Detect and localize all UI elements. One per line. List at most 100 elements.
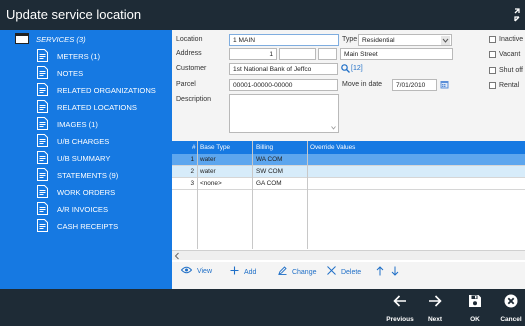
eye-icon [180,266,193,274]
ok-button[interactable]: OK [460,289,490,326]
window-icon [15,33,29,44]
delete-button[interactable]: Delete [327,266,361,276]
description-field[interactable] [229,94,339,133]
chevron-down-icon[interactable] [441,36,450,45]
add-button[interactable]: Add [230,266,256,276]
arrow-down-icon[interactable] [391,266,399,276]
column-header-base-type[interactable]: Base Type [200,144,230,151]
document-icon [37,134,48,147]
window-title: Update service location [6,7,142,22]
table-row[interactable]: 2 water SW COM [172,166,525,178]
search-icon[interactable] [341,64,350,73]
document-icon [37,49,48,62]
sidebar-item-cash-receipts[interactable]: CASH RECEIPTS [0,218,172,235]
address-label: Address [176,50,202,57]
scroll-down-icon[interactable] [331,126,336,130]
services-grid: # Base Type Billing Override Values 1 wat… [172,141,525,262]
arrow-up-icon[interactable] [376,266,384,276]
type-label: Type [342,36,358,43]
sidebar-item-u-b-summary[interactable]: U/B SUMMARY [0,150,172,167]
sidebar-item-label: RELATED ORGANIZATIONS [57,86,156,95]
calendar-icon[interactable] [440,80,449,89]
sidebar-item-a-r-invoices[interactable]: A/R INVOICES [0,201,172,218]
location-field[interactable]: 1 MAIN [229,34,339,46]
sidebar-item-services[interactable]: SERVICES (3) [0,31,172,48]
table-row[interactable]: 1 water WA COM [172,154,525,166]
inactive-checkbox[interactable] [489,36,496,43]
document-icon [37,219,48,232]
column-divider [252,141,253,249]
sidebar-item-related-locations[interactable]: RELATED LOCATIONS [0,99,172,116]
expand-icon[interactable] [512,8,522,22]
row-number: 1 [190,156,194,163]
sidebar-item-meters[interactable]: METERS (1) [0,48,172,65]
address-prefix-field[interactable] [279,48,316,60]
row-base-type: <none> [200,180,222,187]
column-header-billing[interactable]: Billing [256,144,273,151]
sidebar-item-related-organizations[interactable]: RELATED ORGANIZATIONS [0,82,172,99]
cancel-button-label: Cancel [500,316,522,323]
grid-header: # Base Type Billing Override Values [172,141,525,154]
sidebar-item-label: STATEMENTS (9) [57,171,119,180]
next-button[interactable]: Next [420,289,450,326]
title-bar: Update service location [0,0,525,30]
sidebar-item-label: RELATED LOCATIONS [57,103,137,112]
document-icon [37,202,48,215]
address-street-field[interactable]: Main Street [340,48,453,60]
sidebar-item-label: U/B SUMMARY [57,154,111,163]
customer-field[interactable]: 1st National Bank of Jeffco [229,63,338,75]
shut-off-checkbox[interactable] [489,67,496,74]
column-divider [197,141,198,249]
pencil-icon [278,266,287,275]
previous-button[interactable]: Previous [382,289,418,326]
document-icon [37,66,48,79]
sidebar-item-label: IMAGES (1) [57,120,98,129]
rental-checkbox[interactable] [489,82,496,89]
parcel-field[interactable]: 00001-00000-00000 [229,79,338,91]
sidebar-item-notes[interactable]: NOTES [0,65,172,82]
document-icon [37,117,48,130]
sidebar-item-work-orders[interactable]: WORK ORDERS [0,184,172,201]
footer-bar: Previous Next OK Cancel [0,289,525,326]
document-icon [37,151,48,164]
column-header-override[interactable]: Override Values [310,144,355,151]
type-select[interactable]: Residential [358,34,452,46]
sidebar-item-images[interactable]: IMAGES (1) [0,116,172,133]
plus-icon [230,266,239,275]
customer-link[interactable]: [12] [351,65,363,72]
move-in-date-field[interactable]: 7/01/2010 [392,79,437,91]
row-base-type: water [200,156,216,163]
sidebar: SERVICES (3) METERS (1) NOTES RELATED ORGA… [0,30,172,289]
type-select-value: Residential [362,37,395,44]
cancel-button[interactable]: Cancel [497,289,525,326]
change-button[interactable]: Change [278,266,316,276]
column-header-num[interactable]: # [192,144,196,151]
row-billing: SW COM [256,168,283,175]
view-button[interactable]: View [180,266,212,275]
ok-button-label: OK [470,316,480,323]
sidebar-item-label: SERVICES (3) [36,35,86,44]
move-in-label: Move in date [342,81,383,88]
horizontal-scrollbar[interactable] [172,250,525,260]
rental-label: Rental [499,82,520,89]
sidebar-item-statements[interactable]: STATEMENTS (9) [0,167,172,184]
document-icon [37,185,48,198]
save-icon [469,295,481,307]
address-direction-field[interactable] [318,48,337,60]
document-icon [37,83,48,96]
parcel-label: Parcel [176,81,196,88]
change-button-label: Change [291,269,317,276]
scroll-left-icon[interactable] [174,252,180,260]
address-number-field[interactable]: 1 [229,48,277,60]
location-label: Location [176,36,203,43]
arrow-left-icon [393,295,406,307]
shut-off-label: Shut off [499,67,524,74]
sidebar-item-u-b-charges[interactable]: U/B CHARGES [0,133,172,150]
vacant-label: Vacant [499,51,521,58]
table-row[interactable]: 3 <none> GA COM [172,178,525,190]
vacant-checkbox[interactable] [489,51,496,58]
close-icon [327,266,336,275]
row-number: 3 [190,180,194,187]
sidebar-item-label: WORK ORDERS [57,188,116,197]
row-number: 2 [190,168,194,175]
